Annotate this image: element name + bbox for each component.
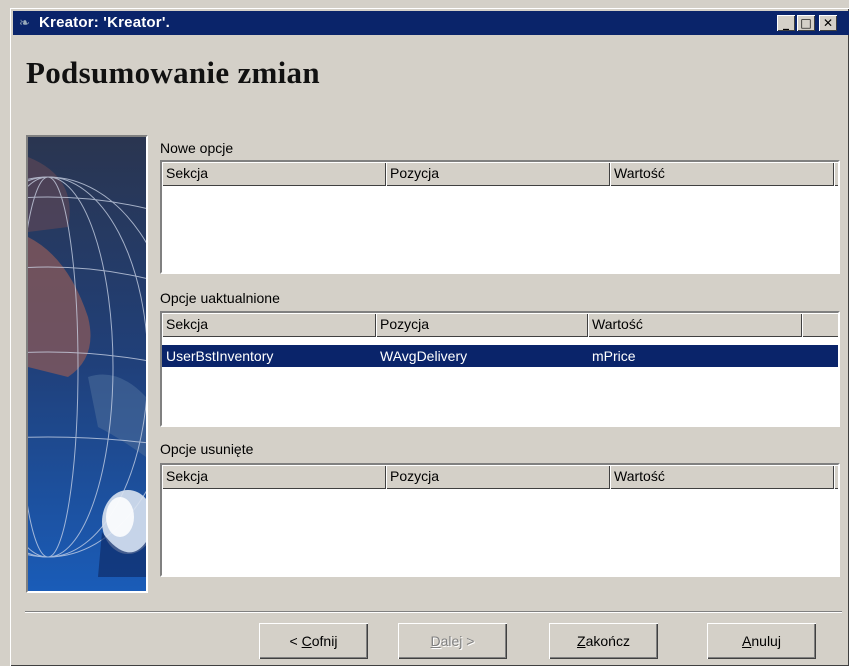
- next-button[interactable]: Dalej >: [398, 623, 507, 659]
- new-options-label: Nowe opcje: [160, 140, 234, 156]
- column-header-section[interactable]: Sekcja: [162, 313, 376, 337]
- column-header-item[interactable]: Pozycja: [386, 465, 610, 489]
- column-header-value[interactable]: Wartość: [588, 313, 802, 337]
- cancel-accelerator: A: [742, 633, 752, 649]
- cancel-button[interactable]: Anuluj: [707, 623, 816, 659]
- wizard-side-image: [26, 135, 148, 593]
- cancel-label: nuluj: [751, 633, 781, 649]
- back-label: ofnij: [311, 633, 338, 649]
- minimize-icon: _: [783, 16, 789, 30]
- next-label: alej: [440, 633, 463, 649]
- globe-graphic-icon: [28, 137, 146, 591]
- maximize-icon: □: [800, 16, 812, 30]
- column-header-section[interactable]: Sekcja: [162, 162, 386, 186]
- wizard-window: ❧ Kreator: 'Kreator'. _ □ ✕ Podsumowanie…: [10, 8, 849, 666]
- finish-button[interactable]: Zakończ: [549, 623, 658, 659]
- column-header-value[interactable]: Wartość: [610, 162, 834, 186]
- page-title: Podsumowanie zmian: [26, 55, 320, 90]
- column-header-value[interactable]: Wartość: [610, 465, 834, 489]
- new-options-list[interactable]: Sekcja Pozycja Wartość: [160, 160, 840, 274]
- wizard-icon: ❧: [19, 15, 30, 30]
- close-button[interactable]: ✕: [819, 15, 837, 31]
- back-prefix: <: [289, 633, 302, 649]
- column-header-filler: [802, 313, 838, 337]
- next-suffix: >: [462, 633, 475, 649]
- column-header-item[interactable]: Pozycja: [386, 162, 610, 186]
- cell-value: mPrice: [592, 348, 636, 364]
- cell-section: UserBstInventory: [166, 348, 274, 364]
- removed-options-list[interactable]: Sekcja Pozycja Wartość: [160, 463, 840, 577]
- column-header-filler: [834, 465, 838, 489]
- close-icon: ✕: [822, 16, 834, 30]
- title-bar[interactable]: ❧ Kreator: 'Kreator'. _ □ ✕: [13, 11, 849, 35]
- window-title: Kreator: 'Kreator'.: [39, 14, 170, 31]
- removed-options-label: Opcje usunięte: [160, 441, 254, 457]
- finish-label: akończ: [585, 633, 630, 649]
- column-header-section[interactable]: Sekcja: [162, 465, 386, 489]
- button-separator: [25, 611, 842, 613]
- finish-accelerator: Z: [577, 633, 586, 649]
- updated-options-label: Opcje uaktualnione: [160, 290, 280, 306]
- back-accelerator: C: [301, 633, 312, 649]
- minimize-button[interactable]: _: [777, 15, 795, 31]
- back-button[interactable]: < Cofnij: [259, 623, 368, 659]
- maximize-button[interactable]: □: [797, 15, 815, 31]
- column-header-item[interactable]: Pozycja: [376, 313, 588, 337]
- table-row[interactable]: UserBstInventory WAvgDelivery mPrice: [162, 345, 838, 367]
- updated-options-list[interactable]: Sekcja Pozycja Wartość UserBstInventory …: [160, 311, 840, 427]
- next-accelerator: D: [430, 633, 441, 649]
- cell-item: WAvgDelivery: [380, 348, 468, 364]
- column-header-filler: [834, 162, 838, 186]
